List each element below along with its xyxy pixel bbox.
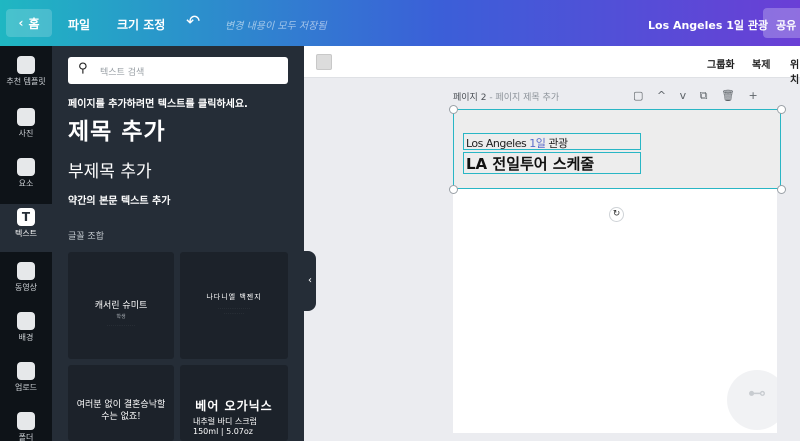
group-button[interactable]: 그룹화 xyxy=(707,56,735,71)
rail-item-text[interactable]: T 텍스트 xyxy=(0,204,52,252)
card-title: 베어 오가닉스 xyxy=(195,399,273,413)
add-heading-button[interactable]: 제목 추가 xyxy=(68,112,166,146)
home-label: 홈 xyxy=(28,16,40,31)
copy-icon[interactable]: ⧉ xyxy=(700,89,708,102)
resize-handle[interactable] xyxy=(777,185,786,194)
template-icon xyxy=(17,56,35,74)
title-line[interactable]: Los Angeles 1일 관광 xyxy=(466,135,568,151)
duplicate-button[interactable]: 복제 xyxy=(752,56,770,71)
collapse-panel-button[interactable]: ‹ xyxy=(304,251,316,311)
card-fine-print: · · · · · · · · · · · · · · · xyxy=(107,323,135,327)
trash-icon[interactable]: 🗑 xyxy=(721,89,735,102)
rail-item-elements[interactable]: 요소 xyxy=(0,154,52,202)
search-input[interactable]: ⚲ 텍스트 검색 xyxy=(68,57,288,84)
undo-icon[interactable]: ↶ xyxy=(186,12,200,32)
rail-item-video[interactable]: 동영상 xyxy=(0,258,52,306)
resize-handle[interactable] xyxy=(777,105,786,114)
save-status: 변경 내용이 모두 저장됨 xyxy=(225,21,327,32)
file-menu[interactable]: 파일 xyxy=(68,16,90,33)
add-page-icon[interactable]: + xyxy=(748,89,757,102)
font-combo-card[interactable]: 여러분 없이 결혼승낙할 수는 없죠! xyxy=(68,365,174,441)
folder-icon xyxy=(17,412,35,430)
top-bar: ‹ 홈 파일 크기 조정 ↶ 변경 내용이 모두 저장됨 Los Angeles… xyxy=(0,0,800,46)
card-subtitle: 내추럴 바디 스크럽 xyxy=(193,417,257,426)
elements-icon xyxy=(17,158,35,176)
schedule-heading[interactable]: LA 전일투어 스케줄 xyxy=(466,153,594,174)
font-combo-card[interactable]: 캐서린 슈미트 학생 · · · · · · · · · · · · · · · xyxy=(68,252,174,359)
text-panel: ⚲ 텍스트 검색 페이지를 추가하려면 텍스트를 클릭하세요. 제목 추가 부제… xyxy=(52,46,304,441)
card-subtitle: 학생 xyxy=(116,314,126,320)
resize-menu[interactable]: 크기 조정 xyxy=(117,16,165,33)
rail-item-folder[interactable]: 폴더 xyxy=(0,408,52,441)
editor-toolbar: 그룹화 복제 위치 xyxy=(304,46,800,86)
card-size: 150ml | 5.07oz xyxy=(193,427,253,436)
share-button[interactable]: 공유 xyxy=(763,8,800,38)
add-body-text-button[interactable]: 약간의 본문 텍스트 추가 xyxy=(68,192,170,207)
card-title: 캐서린 슈미트 xyxy=(94,301,148,311)
card-fine-print: · · · · · · · · · · · · · · · · · · · · ·… xyxy=(218,306,250,315)
rail-item-photos[interactable]: 사진 xyxy=(0,104,52,152)
card-title: 여러분 없이 결혼승낙할 수는 없죠! xyxy=(76,400,166,422)
text-icon: T xyxy=(17,208,35,226)
rail-item-background[interactable]: 배경 xyxy=(0,308,52,356)
chevron-left-icon: ‹ xyxy=(18,16,24,30)
rail-item-templates[interactable]: 추천 템플릿 xyxy=(0,52,52,100)
home-button[interactable]: ‹ 홈 xyxy=(6,9,52,37)
side-rail: 추천 템플릿 사진 요소 T 텍스트 동영상 배경 업로드 폴더 xyxy=(0,46,52,441)
rail-item-upload[interactable]: 업로드 xyxy=(0,358,52,406)
position-button[interactable]: 위치 xyxy=(790,56,800,86)
chevron-down-icon[interactable]: v xyxy=(680,89,687,102)
watermark-logo: ⊷ xyxy=(727,370,787,430)
font-combos-heading: 글꼴 조합 xyxy=(68,232,104,242)
upload-icon xyxy=(17,362,35,380)
rotate-icon[interactable]: ↻ xyxy=(609,207,624,222)
add-subheading-button[interactable]: 부제목 추가 xyxy=(68,157,152,182)
page-label: 페이지 2 - 페이지 제목 추가 xyxy=(453,93,560,103)
search-placeholder: 텍스트 검색 xyxy=(100,68,145,78)
video-icon xyxy=(17,262,35,280)
chevron-up-icon[interactable]: ^ xyxy=(657,89,666,102)
document-title[interactable]: Los Angeles 1일 관광 xyxy=(648,17,768,33)
page-title-input[interactable]: - 페이지 제목 추가 xyxy=(489,93,559,103)
page-actions: ▢ ^ v ⧉ 🗑 + xyxy=(633,89,768,103)
search-icon: ⚲ xyxy=(78,61,88,76)
resize-handle[interactable] xyxy=(449,105,458,114)
background-icon xyxy=(17,312,35,330)
font-combo-card[interactable]: 베어 오가닉스 내추럴 바디 스크럽 150ml | 5.07oz xyxy=(180,365,288,441)
photo-icon xyxy=(17,108,35,126)
resize-handle[interactable] xyxy=(449,185,458,194)
color-swatch[interactable] xyxy=(316,54,332,70)
card-title: 나다니엘 백젠지 xyxy=(206,293,262,301)
font-combo-card[interactable]: 나다니엘 백젠지 · · · · · · · · · · · · · · · ·… xyxy=(180,252,288,359)
note-icon[interactable]: ▢ xyxy=(633,89,643,102)
panel-hint: 페이지를 추가하려면 텍스트를 클릭하세요. xyxy=(68,99,248,110)
